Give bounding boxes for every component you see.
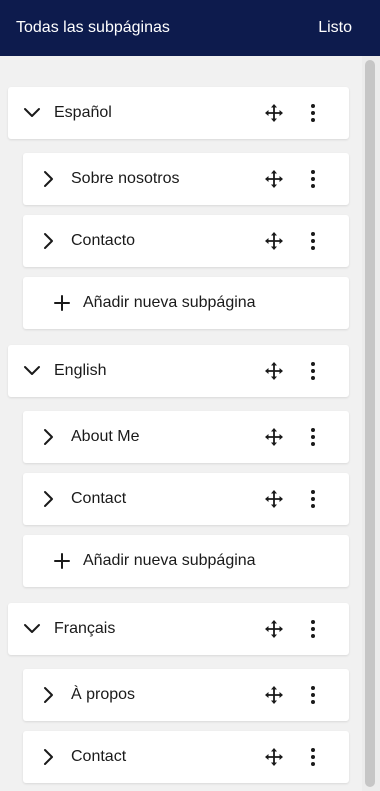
chevron-down-icon[interactable] [22,619,42,639]
chevron-right-icon[interactable] [39,231,59,251]
move-icon[interactable] [263,618,285,640]
more-vertical-icon[interactable] [307,746,319,768]
done-button[interactable]: Listo [318,19,352,37]
chevron-down-icon[interactable] [22,361,42,381]
move-icon[interactable] [263,230,285,252]
add-subpage-button[interactable]: Añadir nueva subpágina [23,535,349,587]
subpage-list[interactable]: Español Sobre nosotros Contacto Añadir n… [0,56,362,791]
subpage-label: À propos [71,686,136,703]
plus-icon [53,294,71,312]
subpage-row[interactable]: Contacto [23,215,349,267]
subpage-label: Contact [71,490,127,507]
more-vertical-icon[interactable] [307,360,319,382]
page-title: Todas las subpáginas [16,19,170,36]
language-label: Français [54,620,116,637]
scrollbar-thumb[interactable] [365,60,375,787]
more-vertical-icon[interactable] [307,102,319,124]
move-icon[interactable] [263,684,285,706]
language-label: Español [54,104,112,121]
more-vertical-icon[interactable] [307,168,319,190]
add-subpage-button[interactable]: Añadir nueva subpágina [23,277,349,329]
chevron-right-icon[interactable] [39,747,59,767]
more-vertical-icon[interactable] [307,230,319,252]
chevron-right-icon[interactable] [39,169,59,189]
subpage-row[interactable]: About Me [23,411,349,463]
move-icon[interactable] [263,168,285,190]
move-icon[interactable] [263,102,285,124]
move-icon[interactable] [263,746,285,768]
move-icon[interactable] [263,426,285,448]
more-vertical-icon[interactable] [307,426,319,448]
subpage-row[interactable]: À propos [23,669,349,721]
language-row-english[interactable]: English [8,345,349,397]
chevron-right-icon[interactable] [39,427,59,447]
plus-icon [53,552,71,570]
move-icon[interactable] [263,360,285,382]
subpage-label: Contacto [71,232,136,249]
more-vertical-icon[interactable] [307,488,319,510]
subpage-row[interactable]: Contact [23,731,349,783]
subpage-row[interactable]: Sobre nosotros [23,153,349,205]
more-vertical-icon[interactable] [307,684,319,706]
language-label: English [54,362,107,379]
subpage-label: Contact [71,748,127,765]
move-icon[interactable] [263,488,285,510]
chevron-right-icon[interactable] [39,489,59,509]
subpage-label: About Me [71,428,140,445]
language-row-francais[interactable]: Français [8,603,349,655]
chevron-down-icon[interactable] [22,103,42,123]
language-row-espanol[interactable]: Español [8,87,349,139]
chevron-right-icon[interactable] [39,685,59,705]
subpage-label: Sobre nosotros [71,170,180,187]
more-vertical-icon[interactable] [307,618,319,640]
top-bar: Todas las subpáginas Listo [0,0,380,56]
subpage-row[interactable]: Contact [23,473,349,525]
add-subpage-label: Añadir nueva subpágina [83,294,256,311]
add-subpage-label: Añadir nueva subpágina [83,552,256,569]
